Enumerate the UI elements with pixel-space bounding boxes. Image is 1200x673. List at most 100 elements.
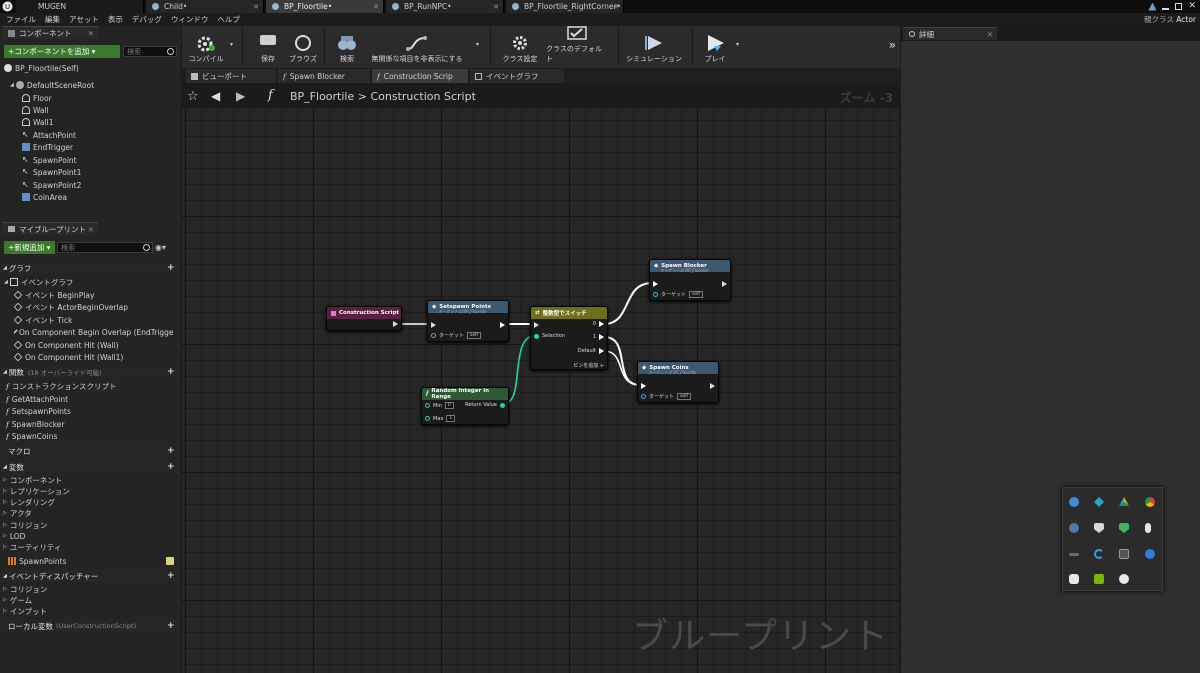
event-item[interactable]: On Component Begin Overlap (EndTrigger) [14,326,174,338]
add-graph-icon[interactable]: + [167,264,175,273]
arrows-icon[interactable] [1069,553,1079,556]
default-pin[interactable]: Default [578,348,604,354]
my-blueprint-tab[interactable]: マイブループリント ✕ [2,222,98,235]
macros-section-header[interactable]: マクロ + [0,445,180,457]
close-icon[interactable]: ✕ [493,3,499,11]
tree-item-wall1[interactable]: Wall1 [22,116,172,128]
close-icon[interactable]: ✕ [88,29,94,38]
target-pin[interactable]: ターゲット self [641,393,691,400]
dispatcher-category[interactable]: ▷ インプット [3,605,173,617]
event-graph-item[interactable]: ◢ イベントグラフ [4,276,174,288]
menu-asset[interactable]: アセット [69,14,99,25]
compile-button[interactable]: コンパイル [186,26,226,68]
unreal-logo-icon[interactable]: U [2,1,13,12]
details-tab[interactable]: 詳細 ✕ [903,27,997,40]
chrome-icon[interactable] [1145,497,1155,507]
menu-help[interactable]: ヘルプ [217,14,240,25]
node-random-integer-in-range[interactable]: f Random Integer in Range Min 0 Return V… [421,387,509,425]
hide-unrelated-button[interactable]: 無関係な項目を非表示にする [366,26,468,68]
add-new-button[interactable]: +新規追加 ▾ [4,241,55,254]
tree-item-endtrigger[interactable]: EndTrigger [22,141,172,153]
node-spawn-coins[interactable]: ◆ Spawn Coins ターゲットは BP_Floortile ターゲット … [637,361,719,403]
close-icon[interactable]: ✕ [987,30,993,39]
out-0-pin[interactable]: 0 [593,321,604,327]
exec-in-pin[interactable] [431,322,436,328]
tab-spawn-blocker[interactable]: f Spawn Blocker [278,69,370,83]
add-local-variable-icon[interactable]: + [167,622,175,631]
tree-item-spawnpoint2[interactable]: ↖ SpawnPoint2 [22,179,172,191]
forward-arrow-icon[interactable]: ▶ [236,89,245,103]
min-pin[interactable]: Min 0 [425,402,454,409]
add-component-button[interactable]: +コンポーネントを追加 ▾ [4,45,120,58]
steam-icon[interactable] [1069,523,1079,533]
tree-item-coinarea[interactable]: CoinArea [22,191,172,203]
function-item[interactable]: f SpawnCoins [6,430,174,442]
search-button[interactable]: 検索 [332,26,362,68]
add-macro-icon[interactable]: + [167,447,175,456]
close-icon[interactable]: ✕ [88,225,94,234]
hide-unrelated-dropdown-chevron-icon[interactable]: ▾ [476,41,479,48]
tab-event-graph[interactable]: イベントグラフ [470,69,564,83]
menu-window[interactable]: ウィンドウ [171,14,209,25]
functions-section-header[interactable]: ◢ 関数 (18 オーバーライド可能) + [0,366,180,378]
function-item[interactable]: f GetAttachPoint [6,393,174,405]
menu-edit[interactable]: 編集 [45,14,60,25]
local-variables-section-header[interactable]: ローカル変数 (UserConstructionScript) + [0,620,180,632]
add-dispatcher-icon[interactable]: + [167,572,175,581]
exec-out-pin[interactable] [710,383,715,389]
restore-icon[interactable] [1175,3,1183,10]
shield-icon[interactable] [1094,523,1104,533]
app-blue-icon[interactable] [1069,497,1079,507]
event-item[interactable]: On Component Hit (Wall) [14,339,174,351]
logitech-icon[interactable] [1094,549,1104,559]
components-search-input[interactable]: 検索 [123,46,177,57]
out-1-pin[interactable]: 1 [593,334,604,340]
tree-item-wall[interactable]: Wall [22,104,172,116]
app-refresh-icon[interactable] [1145,549,1155,559]
view-options-eye-icon[interactable]: ◉▾ [155,244,173,252]
event-item[interactable]: On Component Hit (Wall1) [14,351,174,363]
tab-construction-script[interactable]: f Construction Scrip [372,69,468,83]
exec-out-pin[interactable] [722,281,727,287]
tree-item-attachpoint[interactable]: ↖ AttachPoint [22,129,172,141]
menu-file[interactable]: ファイル [6,14,36,25]
class-defaults-button[interactable]: クラスのデフォルト [546,26,608,68]
variable-category[interactable]: ▷ ユーティリティ [3,541,173,553]
target-pin[interactable]: ターゲット self [431,332,481,339]
event-item[interactable]: イベント BeginPlay [14,289,174,301]
graph-canvas[interactable]: ブループリント Construction Script ◆ Setspawn P… [182,86,899,673]
add-variable-icon[interactable]: + [167,463,175,472]
node-setspawn-points[interactable]: ◆ Setspawn Points ターゲットは BP_Floortile ター… [427,300,509,342]
function-item[interactable]: f SetspawnPoints [6,405,174,417]
tab-bp-runnpc[interactable]: BP_RunNPC• ✕ [386,0,504,13]
event-item[interactable]: イベント Tick [14,314,174,326]
simulation-button[interactable]: シミュレーション [626,26,682,68]
notification-icon[interactable] [1148,2,1157,11]
microphone-icon[interactable] [1145,523,1151,533]
event-item[interactable]: イベント ActorBeginOverlap [14,301,174,313]
node-construction-script[interactable]: Construction Script [326,306,402,331]
function-item[interactable]: f コンストラクションスクリプト [6,380,174,392]
max-value-field[interactable]: 1 [446,415,456,422]
exec-out-pin[interactable] [393,321,398,327]
play-button[interactable]: プレイ [700,26,730,68]
close-icon[interactable]: ✕ [253,3,259,11]
tab-bp-floortile-rightcorner[interactable]: BP_Floortile_RightCorner• ✕ [506,0,624,13]
menu-view[interactable]: 表示 [108,14,123,25]
tree-item-spawnpoint[interactable]: ↖ SpawnPoint [22,154,172,166]
function-item[interactable]: f SpawnBlocker [6,418,174,430]
favorite-star-icon[interactable]: ☆ [187,89,199,104]
node-switch-on-int[interactable]: ⇄ 整数型でスイッチ 0 Selection 1 Default ピンを追加 + [530,306,608,370]
target-pin[interactable]: ターゲット self [653,291,703,298]
breadcrumb-leaf[interactable]: Construction Script [370,90,475,103]
variables-section-header[interactable]: ◢ 変数 + [0,461,180,473]
tree-item-defaultsceneroot[interactable]: ◢ DefaultSceneRoot [10,79,170,91]
selection-pin[interactable]: Selection [534,333,565,339]
dispatchers-section-header[interactable]: ◢ イベントディスパッチャー + [0,570,180,582]
play-dropdown-chevron-icon[interactable]: ▾ [736,41,739,48]
tab-bp-floortile[interactable]: BP_Floortile• ✕ [266,0,384,13]
graphs-section-header[interactable]: ◢ グラフ + [0,262,180,274]
save-button[interactable]: 保存 [256,26,280,68]
minimize-icon[interactable] [1162,8,1170,10]
exec-out-pin[interactable] [500,322,505,328]
